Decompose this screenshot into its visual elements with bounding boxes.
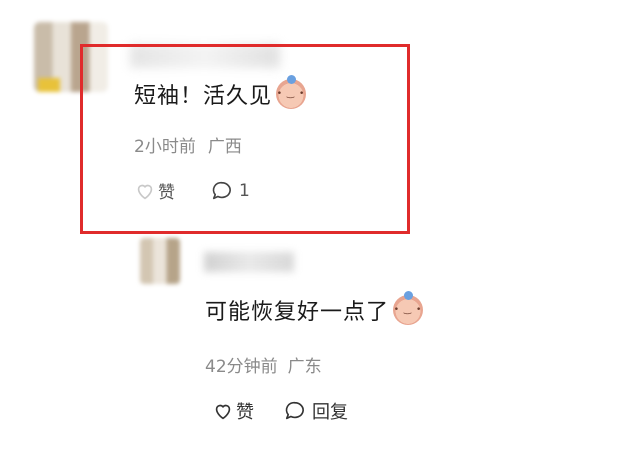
like-label: 赞 [158,183,175,203]
username-blurred[interactable] [204,252,294,272]
comment-actions: 赞 回复 [212,398,348,424]
comment-actions: 赞 1 [134,178,250,203]
comment-text: 短袖！活久见 • ‿ • [134,75,307,110]
comment-time: 2小时前 [134,137,196,157]
heart-icon [137,184,153,199]
comment-text-content: 短袖！活久见 [134,84,273,109]
avatar[interactable] [140,238,180,284]
heart-icon [215,404,231,420]
like-button[interactable]: 赞 [134,178,175,203]
reply-button[interactable]: 1 [211,180,250,202]
reply-label: 回复 [312,402,348,423]
comment-meta: 42分钟前 广东 [205,352,322,377]
reply-button[interactable]: 回复 [284,398,348,424]
comment-location: 广东 [287,357,322,377]
comment-text-content: 可能恢复好一点了 [205,300,390,325]
comment-meta: 2小时前 广西 [134,132,242,157]
comment-bubble-icon [285,401,304,420]
comment-location: 广西 [207,137,242,157]
comment-bubble-icon [212,181,231,199]
comment-time: 42分钟前 [205,357,278,377]
comment-text: 可能恢复好一点了 • ‿ • [205,291,424,326]
like-label: 赞 [236,402,254,423]
reply-count: 1 [239,180,250,201]
like-button[interactable]: 赞 [212,398,254,424]
blushing-baby-emoji-icon: • ‿ • [393,291,424,325]
highlight-annotation-box [80,44,410,234]
blushing-baby-emoji-icon: • ‿ • [276,75,307,109]
